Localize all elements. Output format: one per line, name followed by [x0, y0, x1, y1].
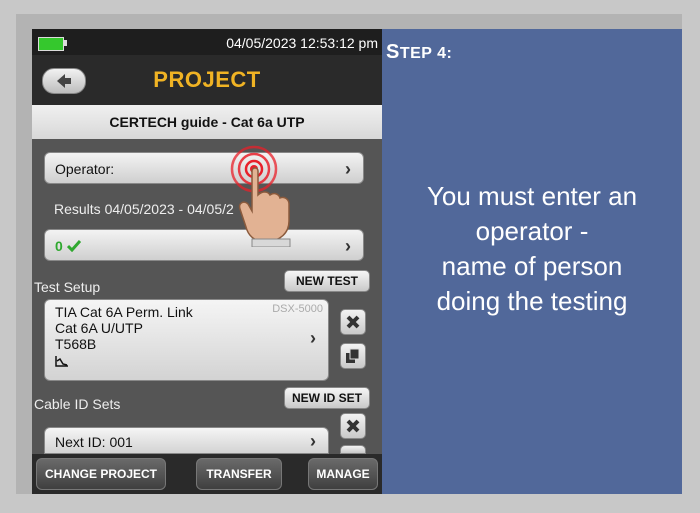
wiring-standard: T568B — [55, 336, 97, 352]
cable-id-sets-label: Cable ID Sets — [34, 396, 121, 412]
results-button[interactable]: 0 › — [44, 229, 364, 261]
close-icon — [346, 315, 360, 329]
battery-tip — [64, 40, 67, 46]
cable-type: Cat 6A U/UTP — [55, 320, 143, 336]
transfer-button[interactable]: TRANSFER — [196, 458, 282, 490]
bottom-action-bar: CHANGE PROJECT TRANSFER MANAGE — [32, 454, 382, 494]
status-datetime: 04/05/2023 12:53:12 pm — [226, 35, 378, 51]
operator-button[interactable]: Operator: › — [44, 152, 364, 184]
chevron-right-icon: › — [310, 328, 316, 348]
delete-id-set-button[interactable] — [340, 413, 366, 439]
copy-test-button[interactable] — [340, 343, 366, 369]
test-setup-label: Test Setup — [34, 279, 101, 295]
new-test-button[interactable]: NEW TEST — [284, 270, 370, 292]
next-id-label: Next ID: 001 — [55, 434, 133, 450]
status-bar: 04/05/2023 12:53:12 pm — [32, 29, 382, 55]
instruction-line-4: doing the testing — [436, 286, 628, 316]
instruction-panel: STEP 4: You must enter an operator - nam… — [382, 29, 682, 494]
step-heading-rest: TEP 4: — [399, 45, 453, 62]
delete-test-button[interactable] — [340, 309, 366, 335]
results-count: 0 — [55, 238, 63, 254]
step-heading-initial: S — [386, 41, 400, 63]
change-project-button[interactable]: CHANGE PROJECT — [36, 458, 166, 490]
chevron-right-icon: › — [310, 431, 316, 451]
battery-icon — [38, 37, 64, 51]
instruction-line-1: You must enter an — [426, 181, 638, 211]
check-icon — [67, 240, 81, 252]
graph-icon — [55, 356, 68, 367]
chevron-right-icon: › — [345, 159, 351, 179]
new-id-set-button[interactable]: NEW ID SET — [284, 387, 370, 409]
step-heading: STEP 4: — [386, 41, 452, 64]
operator-label: Operator: — [55, 161, 115, 177]
instruction-text: You must enter an operator - name of per… — [382, 179, 682, 319]
project-name-bar: CERTECH guide - Cat 6a UTP — [32, 105, 382, 140]
copy-icon — [346, 348, 360, 363]
page-title: PROJECT — [153, 67, 261, 92]
next-id-button[interactable]: Next ID: 001 › — [44, 427, 329, 454]
copy-id-set-button[interactable] — [340, 445, 366, 454]
tester-model: DSX-5000 — [272, 303, 323, 315]
instruction-line-3: name of person — [441, 251, 623, 281]
test-limit: TIA Cat 6A Perm. Link — [55, 304, 193, 320]
instruction-line-2: operator - — [475, 216, 589, 246]
close-icon — [346, 419, 360, 433]
tester-screen: 04/05/2023 12:53:12 pm PROJECT CERTECH g… — [32, 29, 382, 494]
results-date-range: Results 04/05/2023 - 04/05/2 — [54, 201, 234, 217]
pointing-hand-icon — [230, 145, 291, 247]
chevron-right-icon: › — [345, 236, 351, 256]
test-setup-card[interactable]: TIA Cat 6A Perm. Link Cat 6A U/UTP T568B… — [44, 299, 329, 381]
manage-button[interactable]: MANAGE — [308, 458, 378, 490]
